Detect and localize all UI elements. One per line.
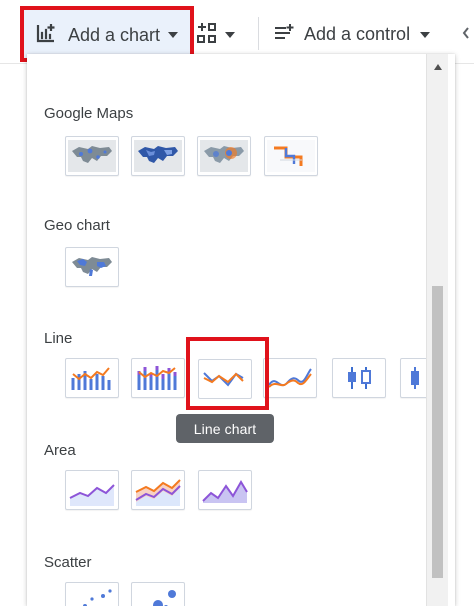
- add-chart-dropdown: Google Maps Geo chart Line Area Scatter …: [27, 54, 455, 606]
- google-maps-bubble-chart[interactable]: [65, 136, 119, 176]
- dropdown-scrollbar[interactable]: [426, 54, 448, 606]
- section-label-area: Area: [44, 442, 76, 459]
- chevron-down-icon: [420, 31, 431, 38]
- scroll-up-arrow-icon[interactable]: [434, 64, 442, 70]
- area-chart[interactable]: [65, 470, 119, 510]
- line-bar-combo-chart[interactable]: [65, 358, 119, 398]
- section-label-geo-chart: Geo chart: [44, 217, 110, 234]
- add-a-chart-label: Add a chart: [68, 24, 161, 45]
- add-component-icon: [195, 21, 219, 48]
- line-chart-option[interactable]: [198, 359, 252, 399]
- google-maps-filled-chart[interactable]: [131, 136, 185, 176]
- candlestick-chart[interactable]: [332, 358, 386, 398]
- chevron-down-icon: [225, 31, 235, 38]
- report-editor-page: Add a chart Add a control Google Maps Ge…: [0, 0, 474, 606]
- bubble-chart[interactable]: [131, 582, 185, 606]
- scatter-chart[interactable]: [65, 582, 119, 606]
- percent-area-chart[interactable]: [198, 470, 252, 510]
- add-a-control-button[interactable]: Add a control: [272, 18, 431, 50]
- section-label-line: Line: [44, 330, 73, 347]
- add-chart-icon: [34, 21, 58, 48]
- smoothed-line-chart[interactable]: [263, 358, 317, 398]
- add-a-control-label: Add a control: [304, 24, 411, 44]
- scrollbar-thumb[interactable]: [432, 286, 443, 578]
- section-label-google-maps: Google Maps: [44, 105, 134, 122]
- google-maps-line-chart[interactable]: [264, 136, 318, 176]
- chevron-left-icon[interactable]: [461, 24, 471, 42]
- add-control-icon: [272, 21, 296, 48]
- geo-chart-thumbnail[interactable]: [65, 247, 119, 287]
- chevron-down-icon: [168, 32, 179, 38]
- google-maps-heatmap-chart[interactable]: [197, 136, 251, 176]
- line-chart-tooltip: Line chart: [176, 414, 274, 443]
- section-label-scatter: Scatter: [44, 554, 92, 571]
- toolbar-divider: [258, 17, 259, 50]
- add-component-button[interactable]: [195, 18, 239, 50]
- stacked-area-chart[interactable]: [131, 470, 185, 510]
- stacked-combo-chart[interactable]: [131, 358, 185, 398]
